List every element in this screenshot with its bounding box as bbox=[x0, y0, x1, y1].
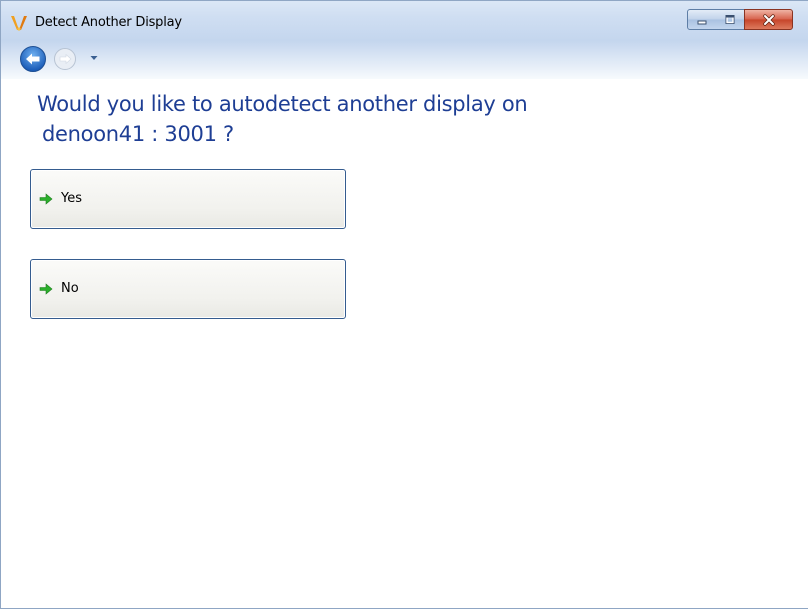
no-option-button[interactable]: No bbox=[30, 259, 346, 319]
green-arrow-icon bbox=[39, 193, 53, 205]
minimize-button[interactable] bbox=[687, 9, 716, 30]
minimize-icon bbox=[697, 20, 706, 24]
app-v-icon bbox=[11, 16, 27, 31]
question-text: Would you like to autodetect another dis… bbox=[37, 89, 597, 149]
yes-option-button[interactable]: Yes bbox=[30, 169, 346, 229]
window-title: Detect Another Display bbox=[35, 15, 182, 30]
question-line-1: Would you like to autodetect another dis… bbox=[37, 92, 528, 116]
title-bar[interactable]: Detect Another Display bbox=[1, 1, 808, 41]
close-icon bbox=[762, 13, 775, 26]
no-option-label: No bbox=[61, 281, 79, 296]
maximize-icon bbox=[725, 15, 734, 24]
chevron-down-icon[interactable] bbox=[90, 55, 98, 61]
close-button[interactable] bbox=[744, 9, 793, 30]
back-arrow-icon[interactable] bbox=[19, 45, 47, 73]
green-arrow-icon bbox=[39, 283, 53, 295]
dialog-window: Detect Another Display Would you like to… bbox=[0, 0, 808, 609]
navigation-bar bbox=[1, 41, 808, 79]
forward-arrow-icon[interactable] bbox=[53, 47, 77, 71]
yes-option-label: Yes bbox=[61, 191, 82, 206]
maximize-button[interactable] bbox=[715, 9, 745, 30]
question-line-2: denoon41 : 3001 ? bbox=[42, 122, 234, 146]
